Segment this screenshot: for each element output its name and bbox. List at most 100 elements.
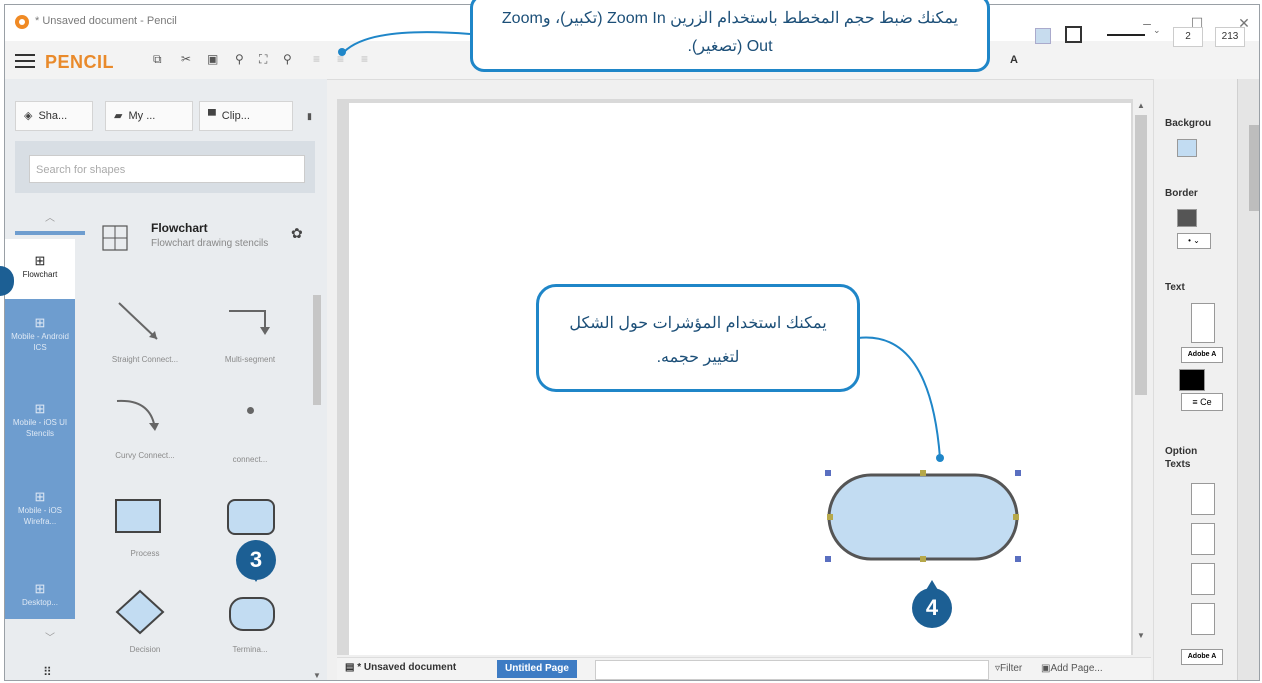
resize-handle-ne[interactable] [1015,470,1021,476]
add-page-button[interactable]: ▣Add Page... [1041,663,1103,674]
terminator-body[interactable] [827,473,1019,561]
search-input[interactable]: Search for shapes [29,155,305,183]
briefcase-icon: ▰ [114,110,123,122]
border-label: Border [1165,188,1198,199]
resize-handle-s[interactable] [920,556,926,562]
layers-icon: ◈ [24,110,33,122]
document-tab[interactable]: ▤ * Unsaved document [345,662,456,673]
chevron-up-icon[interactable]: ︿ [45,209,55,224]
scroll-up-icon[interactable]: ▲ [1137,101,1145,110]
multi-segment-shape[interactable] [225,301,275,341]
menu-icon[interactable] [15,54,35,68]
pin-icon[interactable]: ▮ [307,111,312,122]
badge-pointer [926,580,938,590]
border-color-icon[interactable] [1065,26,1082,43]
grid-icon: ⊞ [34,253,46,268]
pencil-app-icon [15,15,29,29]
shape-label-connect: connect... [232,455,268,464]
option-text-field-1[interactable] [1191,483,1215,515]
resize-handle-nw[interactable] [825,470,831,476]
grid-icon: ⊞ [34,489,46,504]
zoom-field[interactable]: 213 [1215,27,1245,47]
option-text-field-3[interactable] [1191,563,1215,595]
collection-android[interactable]: ⊞ Mobile - Android ICS [5,299,75,395]
resize-handle-n[interactable] [920,470,926,476]
callout-resize: يمكنك استخدام المؤشرات حول الشكل لتغيير … [536,284,860,392]
page-bar: ▤ * Unsaved document Untitled Page ▿Filt… [337,657,1151,680]
flowchart-grid-icon [102,225,128,251]
straight-connector-shape[interactable] [113,297,173,347]
selected-terminator[interactable] [815,463,1035,567]
shape-label-multi: Multi-segment [224,355,276,364]
grid-icon: ⊞ [34,581,46,596]
chevron-down-icon[interactable]: ⌄ [1153,25,1161,36]
resize-handle-se[interactable] [1015,556,1021,562]
grid-icon: ⊞ [34,401,46,416]
curvy-connector-shape[interactable] [111,393,171,437]
scroll-down-icon[interactable]: ▼ [313,671,321,680]
badge-pointer [250,572,262,582]
rounded-process-shape[interactable] [227,499,275,535]
text-field[interactable] [1191,303,1215,343]
border-style-select[interactable]: • ⌄ [1177,233,1211,249]
cut-icon[interactable]: ✂ [181,52,191,66]
option-font-select[interactable]: Adobe A [1181,649,1223,665]
collection-ios-wireframe[interactable]: ⊞ Mobile - iOS Wirefra... [5,483,75,575]
file-icon: ▤ [345,662,358,673]
step-badge-4: 4 [912,580,952,628]
tab-shapes[interactable]: ◈ Sha... [15,101,93,131]
background-color-swatch[interactable] [1177,139,1197,157]
collection-flowchart[interactable]: ⊞ Flowchart [5,239,75,299]
apps-grid-icon[interactable]: ⠿ [43,665,52,679]
fit-icon[interactable]: ⛶ [259,52,267,67]
collection-ios-ui[interactable]: ⊞ Mobile - iOS UI Stencils [5,395,75,483]
terminator-shape[interactable] [229,597,275,631]
gear-icon[interactable]: ✿ [291,225,303,242]
stencil-scrollbar[interactable] [313,295,321,405]
font-select[interactable]: Adobe A [1181,347,1223,363]
image-icon: ▀ [208,110,216,122]
grid-icon: ⊞ [34,315,46,330]
copy-icon[interactable]: ⧉ [153,52,162,67]
border-color-swatch[interactable] [1177,209,1197,227]
resize-handle-w[interactable] [827,514,833,520]
filter-button[interactable]: ▿Filter [995,663,1022,674]
scroll-down-icon[interactable]: ▼ [1137,631,1145,640]
page-tab-untitled[interactable]: Untitled Page [497,660,577,678]
align-left-icon[interactable]: ≡ [313,52,320,66]
shape-label-curvy: Curvy Connect... [115,451,175,460]
decision-shape[interactable] [115,589,165,635]
zoom-in-icon[interactable]: ⚲ [235,52,244,66]
stencil-description: Flowchart drawing stencils [151,238,269,249]
brand-logo: PENCIL [45,52,115,72]
shape-label-straight: Straight Connect... [111,355,179,364]
canvas-scroll-thumb[interactable] [1135,115,1147,395]
resize-handle-sw[interactable] [825,556,831,562]
text-align-select[interactable]: ≡ Ce [1181,393,1223,411]
text-color-icon[interactable]: A [1010,54,1018,66]
option-texts-label: Option Texts [1165,446,1198,470]
paste-icon[interactable]: ▣ [207,52,218,66]
option-text-field-2[interactable] [1191,523,1215,555]
line-style-icon[interactable] [1107,34,1145,36]
process-shape[interactable] [115,499,161,533]
tab-my-collections[interactable]: ▰ My ... [105,101,193,131]
background-label: Backgrou [1165,118,1212,129]
connection-point-shape[interactable] [247,407,254,414]
fill-color-icon[interactable] [1035,28,1051,44]
properties-scroll-thumb[interactable] [1249,125,1259,211]
collection-divider [15,231,85,235]
resize-handle-e[interactable] [1013,514,1019,520]
shape-label-process: Process [130,549,160,558]
callout-zoom: يمكنك ضبط حجم المخطط باستخدام الزرين Zoo… [470,0,990,72]
option-text-field-4[interactable] [1191,603,1215,635]
step-badge-3: 3 [236,540,276,582]
page-name-field[interactable] [595,660,989,680]
text-color-swatch[interactable] [1179,369,1205,391]
zoom-out-icon[interactable]: ⚲ [283,52,292,66]
tab-clipart[interactable]: ▀ Clip... [199,101,293,131]
collection-desktop[interactable]: ⊞ Desktop... [5,575,75,619]
text-label: Text [1165,282,1185,293]
line-width-field[interactable]: 2 [1173,27,1203,47]
chevron-down-icon[interactable]: ﹀ [45,629,55,644]
